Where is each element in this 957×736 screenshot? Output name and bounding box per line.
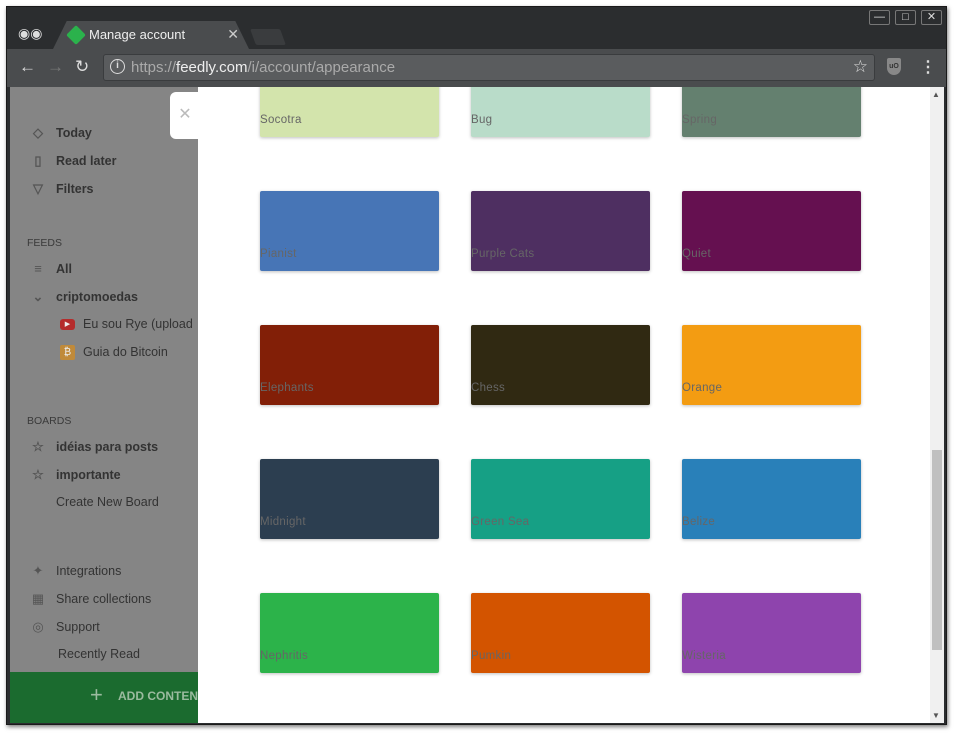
theme-label-chess: Chess (471, 382, 506, 394)
theme-label-pumkin: Pumkin (471, 650, 512, 662)
star-icon: ☆ (32, 467, 44, 482)
theme-label-bug: Bug (471, 114, 493, 126)
scroll-down-icon[interactable]: ▼ (932, 711, 940, 720)
sidebar-item-support[interactable]: ◎ Support (28, 619, 99, 635)
sidebar-source-guia-do-bitcoin[interactable]: ₿ Guia do Bitcoin (60, 345, 168, 361)
close-window-button[interactable]: ✕ (921, 10, 942, 25)
close-tab-icon[interactable]: ✕ (227, 26, 239, 43)
feeds-heading: FEEDS (27, 237, 63, 249)
sidebar-item-share-collections[interactable]: ▦ Share collections (28, 591, 151, 607)
theme-label-pianist: Pianist (260, 248, 297, 260)
scrollbar[interactable]: ▲ ▼ (930, 87, 944, 723)
theme-label-orange: Orange (682, 382, 723, 394)
address-bar[interactable]: i https://feedly.com/i/account/appearanc… (103, 54, 875, 81)
theme-label-quiet: Quiet (682, 248, 711, 260)
back-icon[interactable]: ← (19, 57, 36, 77)
theme-label-nephritis: Nephritis (260, 650, 309, 662)
bitcoin-icon: ₿ (60, 345, 75, 361)
plus-icon: + (90, 682, 103, 707)
theme-label-socotra: Socotra (260, 114, 302, 126)
theme-label-elephants: Elephants (260, 382, 314, 394)
sidebar-item-today[interactable]: ◇ Today (28, 125, 92, 141)
sidebar-item-read-later[interactable]: ▯ Read later (28, 153, 116, 169)
sidebar-item-criptomoedas[interactable]: ⌄ criptomoedas (28, 289, 138, 305)
plug-icon: ✦ (32, 563, 44, 578)
theme-swatch-bug[interactable] (471, 87, 650, 137)
youtube-icon: ▶ (60, 319, 75, 331)
scroll-up-icon[interactable]: ▲ (932, 90, 940, 99)
feedly-icon: ◇ (33, 125, 43, 140)
feedly-favicon-icon (66, 25, 86, 45)
share-icon: ▦ (31, 591, 45, 606)
lifebuoy-icon: ◎ (32, 619, 44, 634)
sidebar-item-integrations[interactable]: ✦ Integrations (28, 563, 122, 579)
new-tab-button[interactable] (250, 29, 286, 45)
forward-icon[interactable]: → (47, 57, 64, 77)
reload-icon[interactable]: ↻ (75, 57, 89, 77)
theme-swatch-socotra[interactable] (260, 87, 439, 137)
list-icon: ≡ (34, 261, 42, 276)
url-text: https://feedly.com/i/account/appearance (131, 59, 396, 76)
star-icon: ☆ (32, 439, 44, 454)
minimize-button[interactable]: — (869, 10, 890, 25)
theme-label-midnight: Midnight (260, 516, 306, 528)
close-panel-button[interactable]: ✕ (170, 92, 200, 139)
maximize-button[interactable]: □ (895, 10, 916, 25)
theme-swatch-spring[interactable] (682, 87, 861, 137)
sidebar-board-importante[interactable]: ☆ importante (28, 467, 120, 483)
chevron-down-icon: ⌄ (32, 289, 44, 304)
sidebar-item-filters[interactable]: ▽ Filters (28, 181, 94, 197)
theme-label-green-sea: Green Sea (471, 516, 530, 528)
sidebar-item-all[interactable]: ≡ All (28, 261, 72, 276)
toolbar: ← → ↻ i https://feedly.com/i/account/app… (7, 49, 946, 87)
create-new-board-link[interactable]: Create New Board (56, 495, 159, 509)
recently-read-link[interactable]: Recently Read (58, 647, 140, 661)
info-icon[interactable]: i (110, 59, 125, 74)
sidebar-source-eu-sou-rye[interactable]: ▶ Eu sou Rye (upload (60, 317, 193, 331)
boards-heading: BOARDS (27, 415, 72, 427)
incognito-icon: ◉◉ (18, 25, 43, 41)
bookmark-icon: ▯ (34, 153, 42, 168)
tab-title: Manage account (89, 27, 186, 42)
ublock-icon[interactable]: uO (887, 58, 901, 75)
menu-icon[interactable]: ⋮ (920, 57, 936, 77)
scrollbar-thumb[interactable] (932, 450, 942, 650)
filter-icon: ▽ (33, 181, 43, 196)
theme-label-belize: Belize (682, 516, 716, 528)
sidebar-board-ideias[interactable]: ☆ idéias para posts (28, 439, 158, 455)
bookmark-star-icon[interactable]: ☆ (853, 57, 868, 77)
theme-label-wisteria: Wisteria (682, 650, 726, 662)
browser-window: — □ ✕ ◉◉ Manage account ✕ ← → ↻ i https:… (6, 6, 947, 725)
add-content-button[interactable]: + ADD CONTENT (10, 672, 198, 723)
tab-manage-account[interactable]: Manage account ✕ (53, 21, 249, 49)
theme-label-purple-cats: Purple Cats (471, 248, 535, 260)
theme-label-spring: Spring (682, 114, 718, 126)
sidebar: ◇ Today ▯ Read later ▽ Filters FEEDS ≡ All ⌄… (10, 87, 198, 723)
theme-grid: Socotra Bug Spring Pianist Purple Cats Quiet E… (198, 87, 930, 723)
